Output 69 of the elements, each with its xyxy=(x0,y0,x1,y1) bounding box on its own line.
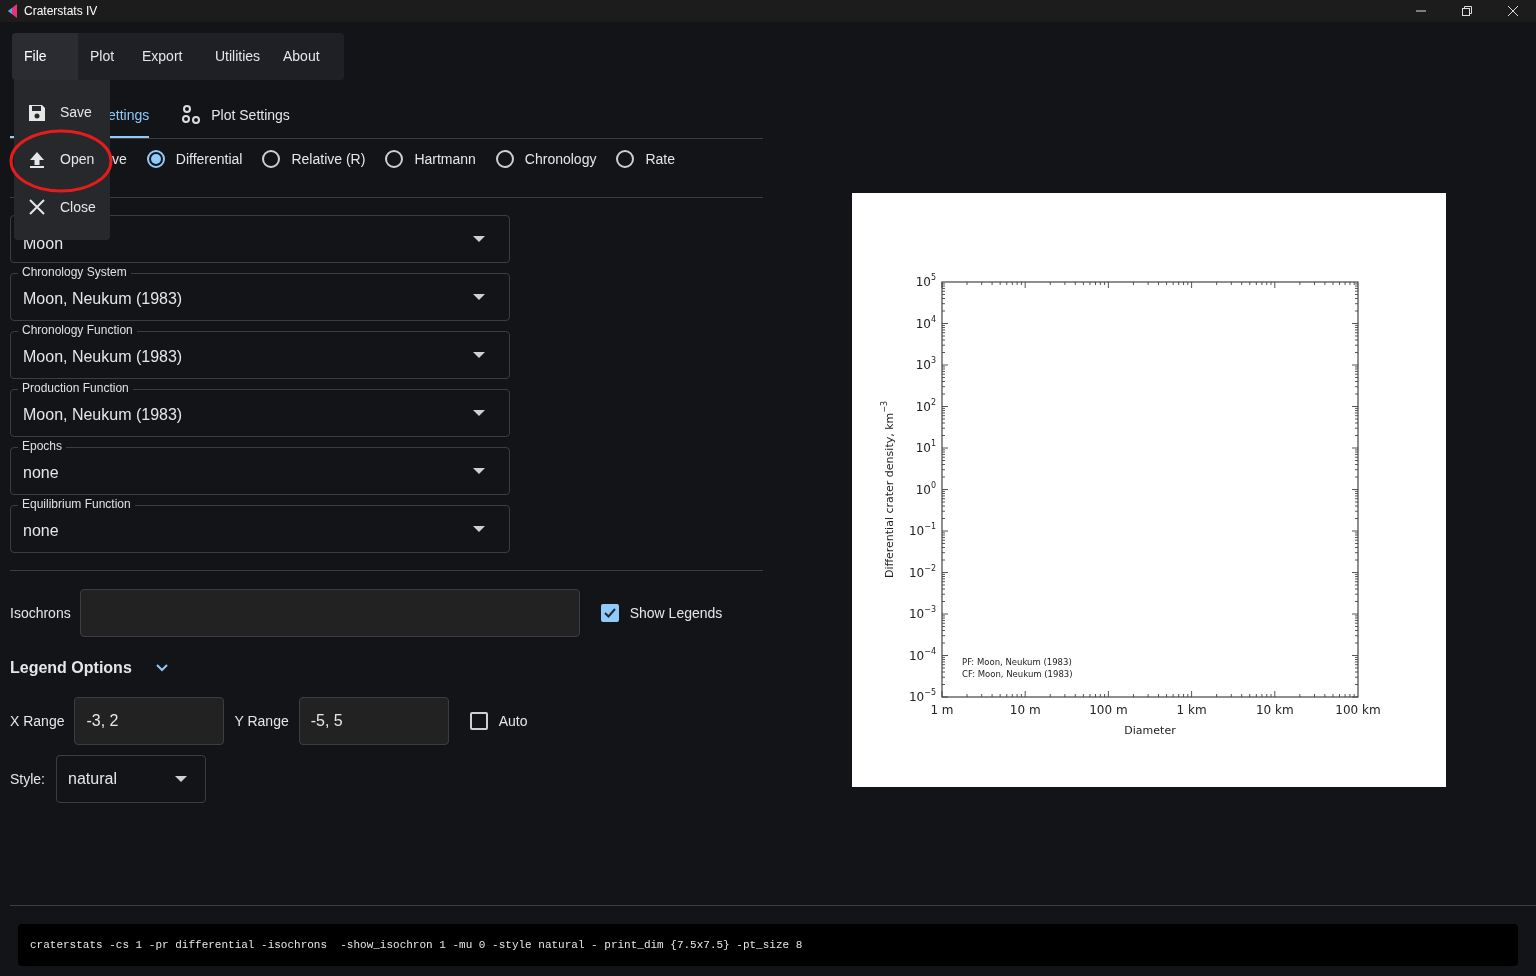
caret-icon xyxy=(473,294,485,300)
tick-label: 10$^{1}$ xyxy=(915,439,936,455)
radio-icon xyxy=(262,150,281,168)
legend-text: PF: Moon, Neukum (1983) xyxy=(962,657,1072,667)
radio-option[interactable]: Rate xyxy=(616,149,676,169)
tick-label: 10 km xyxy=(1255,703,1294,717)
field-label: Chronology Function xyxy=(18,323,137,337)
field-label: Equilibrium Function xyxy=(18,497,135,511)
menu-item[interactable]: Plot xyxy=(78,33,130,80)
tick-label: 10$^{3}$ xyxy=(915,356,936,372)
menu-option[interactable]: Save xyxy=(14,89,110,137)
field-label: Style: xyxy=(10,769,45,789)
field-label: Production Function xyxy=(18,381,133,395)
close-icon xyxy=(28,198,46,217)
radio-option[interactable]: Chronology xyxy=(495,149,597,169)
caret-icon xyxy=(473,410,485,416)
caret-icon xyxy=(473,236,485,242)
radio-option[interactable]: Relative (R) xyxy=(262,149,366,169)
field-label: Chronology System xyxy=(18,265,131,279)
style-select[interactable]: natural xyxy=(56,755,206,803)
tick-label: 10$^{−3}$ xyxy=(908,605,936,621)
radio-icon xyxy=(146,150,165,168)
field-label: X Range xyxy=(10,711,65,731)
menu-item[interactable]: File xyxy=(12,33,78,80)
show-legends-checkbox[interactable]: Show Legends xyxy=(600,602,723,624)
field-label: Y Range xyxy=(234,711,289,731)
close-icon xyxy=(1508,6,1518,16)
tick-label: 10$^{−4}$ xyxy=(908,646,936,663)
menu-item[interactable]: About xyxy=(271,33,335,80)
menu-item[interactable]: Export xyxy=(130,33,203,80)
legend-text: CF: Moon, Neukum (1983) xyxy=(962,669,1073,679)
section-title: Legend Options xyxy=(10,658,132,678)
tick-label: 10$^{0}$ xyxy=(915,480,936,497)
circles-icon xyxy=(181,105,202,125)
tick-label: 1 m xyxy=(930,703,954,717)
tick-label: 10$^{−2}$ xyxy=(908,563,936,580)
caret-icon xyxy=(473,468,485,474)
tick-label: 10$^{−1}$ xyxy=(908,522,936,538)
field-label: Isochrons xyxy=(10,603,71,623)
tick-label: 10$^{5}$ xyxy=(915,273,936,289)
y-range-field[interactable]: -5, 5 xyxy=(298,697,449,745)
radio-icon xyxy=(616,150,635,168)
tick-label: 1 km xyxy=(1176,703,1207,717)
radio-icon xyxy=(495,150,514,168)
radio-label: ve xyxy=(112,150,127,169)
auto-checkbox[interactable]: Auto xyxy=(469,710,528,732)
x-range-field[interactable]: -3, 2 xyxy=(74,697,225,745)
tick-label: 100 m xyxy=(1089,703,1128,717)
command-text: craterstats -cs 1 -pr differential -isochrons -show_isochron 1 -mu 0 -style natural - print_dim {7.5x7.5} -pt_size 8 xyxy=(30,937,803,953)
axis-label: Diameter xyxy=(1124,724,1176,737)
tab[interactable]: Plot Settings xyxy=(181,94,290,138)
save-icon xyxy=(28,103,46,122)
caret-icon xyxy=(175,776,187,782)
isochrons-input[interactable] xyxy=(79,589,580,637)
tick-label: 10$^{4}$ xyxy=(915,314,936,331)
tick-label: 10$^{2}$ xyxy=(915,397,936,414)
radio-icon xyxy=(385,150,404,168)
restore-icon xyxy=(1462,6,1472,16)
caret-icon xyxy=(473,352,485,358)
upload-icon xyxy=(28,151,46,169)
window-title: Craterstats IV xyxy=(24,3,98,20)
tick-label: 10 m xyxy=(1009,703,1041,717)
field-label: Epochs xyxy=(18,439,67,453)
menu-item[interactable]: Utilities xyxy=(203,33,271,80)
radio-option[interactable]: Differential xyxy=(146,149,243,169)
radio-option[interactable]: Hartmann xyxy=(385,149,476,169)
tick-label: 10$^{−5}$ xyxy=(908,688,936,704)
caret-icon xyxy=(473,526,485,532)
tick-label: 100 km xyxy=(1335,703,1381,717)
